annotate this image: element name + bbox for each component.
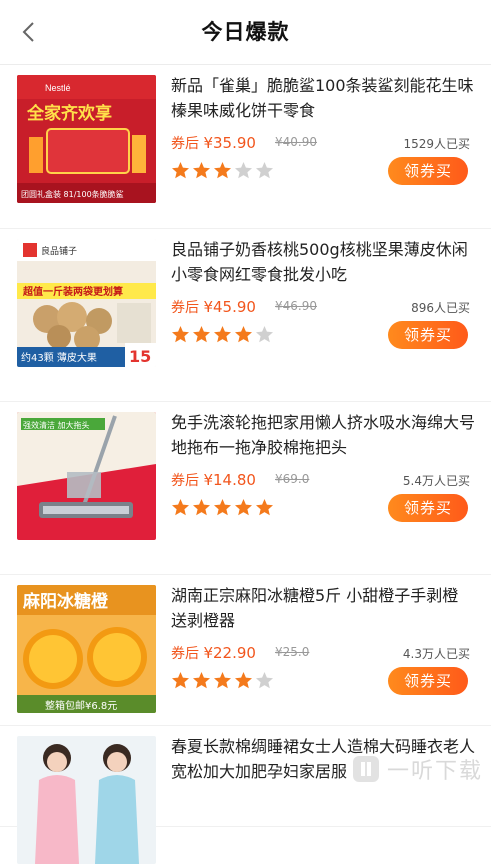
star-empty-icon: [235, 162, 252, 179]
coupon-price: 券后 ¥35.90: [171, 133, 256, 153]
watermark: 一听下载: [351, 753, 483, 785]
star-filled-icon: [235, 499, 252, 516]
product-image[interactable]: 强效清洁 加大拖头: [17, 412, 156, 540]
image-headline-text: 强效清洁 加大拖头: [23, 420, 90, 430]
image-badge-text: 15: [129, 347, 151, 366]
product-image[interactable]: 良品铺子 超值一斤装两袋更划算 约43颗 薄皮大果 15: [17, 239, 156, 367]
original-price: ¥25.0: [275, 645, 310, 659]
get-coupon-button[interactable]: 领券买: [388, 494, 468, 522]
rating-stars: [171, 325, 274, 344]
product-title[interactable]: 湖南正宗麻阳冰糖橙5斤 小甜橙子手剥橙 送剥橙器: [171, 583, 476, 633]
star-filled-icon: [214, 162, 231, 179]
page-title: 今日爆款: [201, 20, 290, 44]
sold-count: 4.3万人已买: [402, 647, 470, 661]
original-price: ¥46.90: [275, 299, 317, 313]
price-value: ¥14.80: [203, 471, 256, 489]
star-filled-icon: [193, 499, 210, 516]
image-headline-text: 全家齐欢享: [26, 103, 112, 124]
sold-count: 1529人已买: [403, 137, 470, 151]
image-sub-text: 整箱包邮¥6.8元: [45, 699, 117, 712]
star-filled-icon: [172, 499, 189, 516]
product-title[interactable]: 新品「雀巢」脆脆鲨100条装鲨刻能花生味榛果味威化饼干零食: [171, 73, 476, 123]
star-filled-icon: [172, 326, 189, 343]
original-price: ¥40.90: [275, 135, 317, 149]
star-empty-icon: [256, 326, 273, 343]
star-filled-icon: [214, 326, 231, 343]
star-filled-icon: [193, 672, 210, 689]
image-headline-text: 超值一斤装两袋更划算: [22, 285, 123, 298]
coupon-price: 券后 ¥14.80: [171, 470, 256, 490]
price-value: ¥22.90: [203, 644, 256, 662]
image-brand-text: 良品铺子: [41, 245, 77, 257]
rating-stars: [171, 161, 274, 180]
star-empty-icon: [256, 672, 273, 689]
image-sub-text: 约43颗 薄皮大果: [21, 351, 97, 364]
price-prefix: 券后: [171, 300, 199, 316]
sold-count: 5.4万人已买: [402, 474, 470, 488]
price-prefix: 券后: [171, 473, 199, 489]
image-brand-text: Nestlé: [45, 83, 71, 93]
image-sub-text: 团圆礼盒装 81/100条脆脆鲨: [21, 189, 124, 199]
star-filled-icon: [193, 326, 210, 343]
coupon-price: 券后 ¥45.90: [171, 297, 256, 317]
product-title[interactable]: 良品铺子奶香核桃500g核桃坚果薄皮休闲小零食网红零食批发小吃: [171, 237, 476, 287]
rating-stars: [171, 671, 274, 690]
price-prefix: 券后: [171, 136, 199, 152]
star-filled-icon: [193, 162, 210, 179]
sold-count: 896人已买: [411, 301, 470, 315]
price-value: ¥45.90: [203, 298, 256, 316]
rating-stars: [171, 498, 274, 517]
app-logo-icon: [352, 756, 379, 782]
get-coupon-button[interactable]: 领券买: [388, 157, 468, 185]
star-filled-icon: [172, 162, 189, 179]
star-filled-icon: [214, 672, 231, 689]
star-filled-icon: [214, 499, 231, 516]
watermark-text: 一听下载: [386, 759, 483, 784]
get-coupon-button[interactable]: 领券买: [388, 321, 468, 349]
product-image[interactable]: [17, 736, 156, 864]
list-item[interactable]: 麻阳冰糖橙 整箱包邮¥6.8元 湖南正宗麻阳冰糖橙5斤 小甜橙子手剥橙 送剥橙器…: [0, 575, 491, 726]
star-empty-icon: [256, 162, 273, 179]
product-image[interactable]: 麻阳冰糖橙 整箱包邮¥6.8元: [17, 585, 156, 713]
product-list: Nestlé 全家齐欢享 团圆礼盒装 81/100条脆脆鲨 新品「雀巢」脆脆鲨1…: [0, 65, 491, 864]
price-prefix: 券后: [171, 646, 199, 662]
list-item[interactable]: 良品铺子 超值一斤装两袋更划算 约43颗 薄皮大果 15 良品铺子奶香核桃500…: [0, 229, 491, 402]
star-filled-icon: [235, 672, 252, 689]
product-image[interactable]: Nestlé 全家齐欢享 团圆礼盒装 81/100条脆脆鲨: [17, 75, 156, 203]
get-coupon-button[interactable]: 领券买: [388, 667, 468, 695]
header-bar: 今日爆款: [0, 0, 491, 65]
product-title[interactable]: 免手洗滚轮拖把家用懒人挤水吸水海绵大号地拖布一拖净胶棉拖把头: [171, 410, 476, 460]
list-item[interactable]: 强效清洁 加大拖头 免手洗滚轮拖把家用懒人挤水吸水海绵大号地拖布一拖净胶棉拖把头…: [0, 402, 491, 575]
list-item[interactable]: Nestlé 全家齐欢享 团圆礼盒装 81/100条脆脆鲨 新品「雀巢」脆脆鲨1…: [0, 65, 491, 229]
coupon-price: 券后 ¥22.90: [171, 643, 256, 663]
star-filled-icon: [256, 499, 273, 516]
star-filled-icon: [172, 672, 189, 689]
price-value: ¥35.90: [203, 134, 256, 152]
original-price: ¥69.0: [275, 472, 310, 486]
image-headline-text: 麻阳冰糖橙: [22, 591, 109, 612]
star-filled-icon: [235, 326, 252, 343]
